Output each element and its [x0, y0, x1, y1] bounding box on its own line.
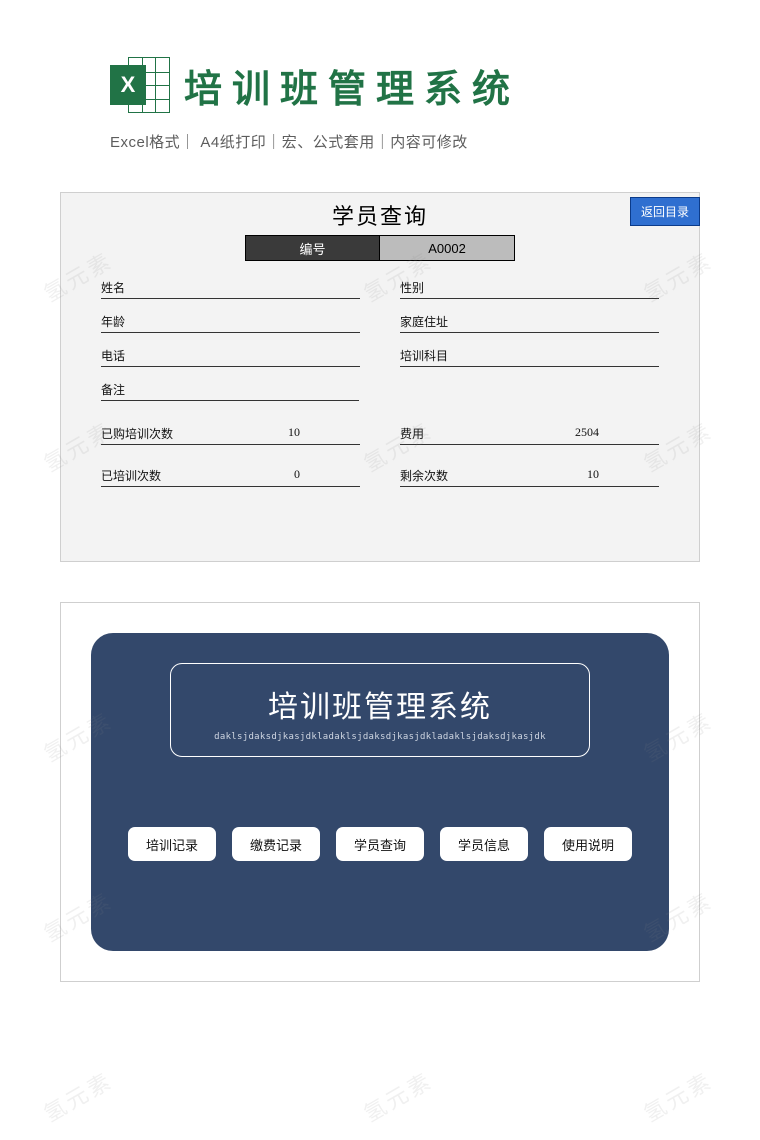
purchased-label: 已购培训次数 [101, 425, 173, 442]
field-age[interactable]: 年龄 [101, 313, 360, 333]
field-name[interactable]: 姓名 [101, 279, 360, 299]
panel-title: 学员查询 [101, 199, 659, 231]
field-fee: 费用 2504 [400, 425, 659, 445]
remain-value: 10 [587, 467, 599, 484]
age-label: 年龄 [101, 313, 125, 330]
menu-instructions[interactable]: 使用说明 [544, 827, 632, 861]
system-subtitle: daklsjdaksdjkasjdkladaklsjdaksdjkasjdkla… [181, 732, 579, 742]
phone-label: 电话 [101, 347, 125, 364]
field-subject[interactable]: 培训科目 [400, 347, 659, 367]
field-purchased: 已购培训次数 10 [101, 425, 360, 445]
id-value[interactable]: A0002 [380, 235, 515, 261]
menu-training-record[interactable]: 培训记录 [128, 827, 216, 861]
menu-row: 培训记录 缴费记录 学员查询 学员信息 使用说明 [128, 827, 632, 861]
page-title: 培训班管理系统 [184, 58, 520, 113]
student-query-panel: 学员查询 返回目录 编号 A0002 姓名 性别 年龄 家庭住址 [60, 192, 700, 562]
watermark: 氢元素 [37, 1063, 118, 1128]
excel-icon-letter: X [110, 65, 146, 105]
field-remain: 剩余次数 10 [400, 467, 659, 487]
watermark: 氢元素 [357, 1063, 438, 1128]
name-label: 姓名 [101, 279, 125, 296]
header: X 培训班管理系统 [0, 0, 760, 125]
gender-label: 性别 [400, 279, 424, 296]
fee-label: 费用 [400, 425, 424, 442]
field-remark[interactable]: 备注 [101, 381, 359, 401]
fee-value: 2504 [575, 425, 599, 442]
remark-label: 备注 [101, 381, 125, 398]
system-title-box: 培训班管理系统 daklsjdaksdjkasjdkladaklsjdaksdj… [170, 663, 590, 757]
purchased-value: 10 [288, 425, 300, 442]
subject-label: 培训科目 [400, 347, 448, 364]
menu-student-info[interactable]: 学员信息 [440, 827, 528, 861]
menu-payment-record[interactable]: 缴费记录 [232, 827, 320, 861]
field-address[interactable]: 家庭住址 [400, 313, 659, 333]
address-label: 家庭住址 [400, 313, 448, 330]
system-title: 培训班管理系统 [181, 682, 579, 726]
field-gender[interactable]: 性别 [400, 279, 659, 299]
features-line: Excel格式｜ A4纸打印｜宏、公式套用｜内容可修改 [0, 125, 760, 152]
field-trained: 已培训次数 0 [101, 467, 360, 487]
trained-value: 0 [294, 467, 300, 484]
trained-label: 已培训次数 [101, 467, 161, 484]
watermark: 氢元素 [637, 1063, 718, 1128]
excel-icon: X [110, 55, 170, 115]
id-label: 编号 [245, 235, 380, 261]
field-phone[interactable]: 电话 [101, 347, 360, 367]
navy-card: 培训班管理系统 daklsjdaksdjkasjdkladaklsjdaksdj… [91, 633, 669, 951]
return-catalog-button[interactable]: 返回目录 [630, 197, 700, 226]
id-row: 编号 A0002 [101, 235, 659, 261]
remain-label: 剩余次数 [400, 467, 448, 484]
system-menu-panel: 培训班管理系统 daklsjdaksdjkasjdkladaklsjdaksdj… [60, 602, 700, 982]
menu-student-query[interactable]: 学员查询 [336, 827, 424, 861]
